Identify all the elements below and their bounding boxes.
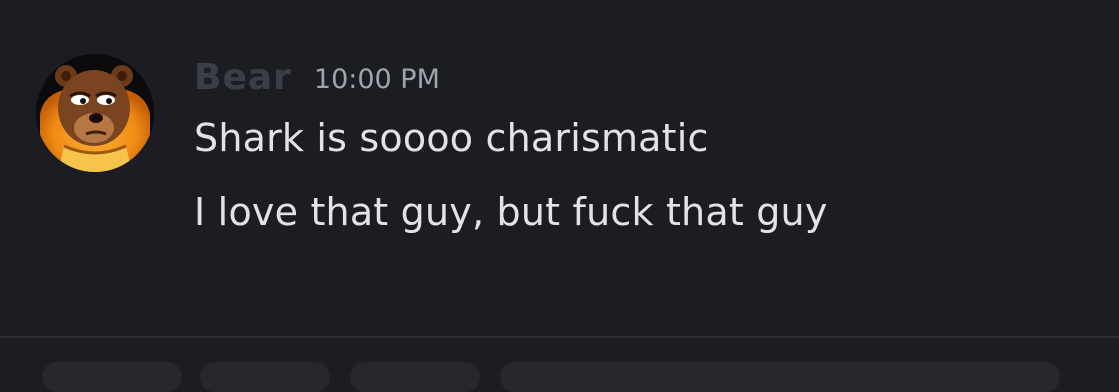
message-line: Shark is soooo charismatic — [194, 116, 709, 160]
reaction-pill[interactable] — [350, 362, 480, 392]
username[interactable]: Bear — [194, 57, 292, 98]
bear-avatar-icon — [36, 54, 154, 172]
message-line: I love that guy, but fuck that guy — [194, 190, 828, 234]
timestamp: 10:00 PM — [313, 63, 440, 95]
chat-message: Bear 10:00 PM Shark is soooo charismatic… — [0, 0, 1119, 336]
reaction-pill[interactable] — [200, 362, 330, 392]
message-header: Bear 10:00 PM — [194, 54, 440, 100]
avatar[interactable] — [36, 54, 154, 172]
reaction-pill[interactable] — [500, 362, 1060, 392]
reaction-pill[interactable] — [42, 362, 182, 392]
